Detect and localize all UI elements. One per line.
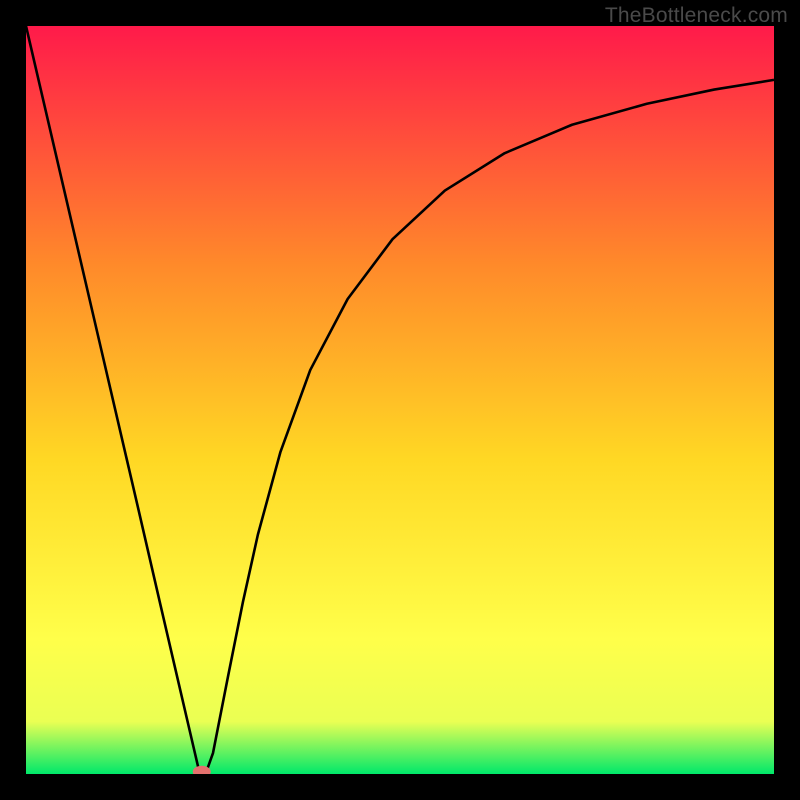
chart-frame	[26, 26, 774, 774]
bottleneck-chart	[26, 26, 774, 774]
watermark-text: TheBottleneck.com	[605, 4, 788, 28]
gradient-background	[26, 26, 774, 774]
